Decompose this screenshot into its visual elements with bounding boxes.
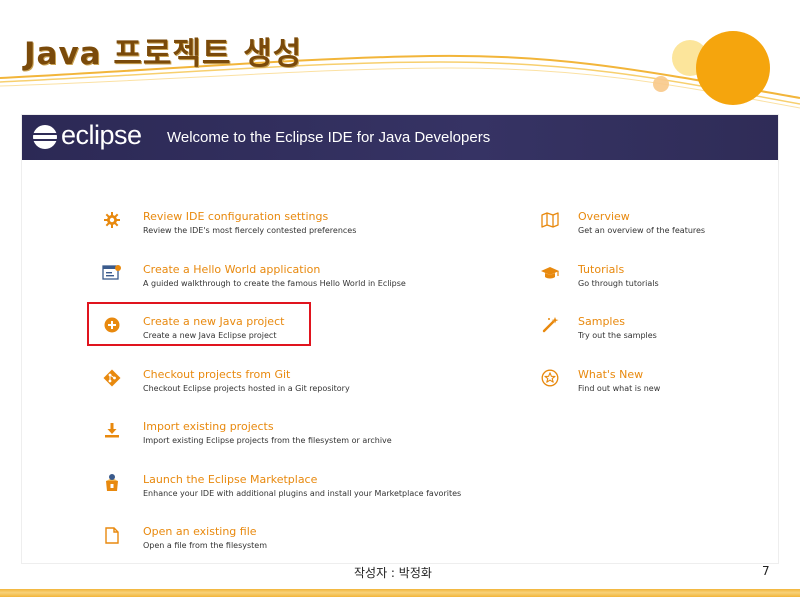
import-icon — [102, 420, 122, 440]
eclipse-welcome-panel: eclipse Welcome to the Eclipse IDE for J… — [22, 115, 778, 563]
hello-world-link[interactable]: Create a Hello World application A guide… — [102, 263, 406, 297]
slide-author: 작성자 : 박정화 — [354, 566, 432, 580]
graduation-cap-icon — [540, 263, 560, 283]
item-title: Open an existing file — [143, 525, 257, 538]
item-desc: Review the IDE's most fiercely contested… — [143, 226, 357, 235]
item-title: Samples — [578, 315, 625, 328]
item-desc: Checkout Eclipse projects hosted in a Gi… — [143, 384, 350, 393]
marketplace-link[interactable]: Launch the Eclipse Marketplace Enhance y… — [102, 473, 462, 507]
eclipse-brand-text: eclipse — [61, 120, 142, 150]
samples-link[interactable]: Samples Try out the samples — [540, 315, 740, 349]
hello-world-icon — [102, 263, 122, 283]
item-desc: Get an overview of the features — [578, 226, 706, 235]
whats-new-link[interactable]: What's New Find out what is new — [540, 368, 740, 402]
item-desc: Enhance your IDE with additional plugins… — [143, 489, 462, 498]
tutorials-link[interactable]: Tutorials Go through tutorials — [540, 263, 740, 297]
highlight-box — [87, 302, 311, 346]
file-icon — [102, 525, 122, 545]
eclipse-logo-icon — [32, 125, 57, 149]
checkout-git-link[interactable]: Checkout projects from Git Checkout Ecli… — [102, 368, 402, 402]
review-settings-link[interactable]: Review IDE configuration settings Review… — [102, 210, 402, 244]
item-title: Checkout projects from Git — [143, 368, 291, 381]
welcome-header: eclipse Welcome to the Eclipse IDE for J… — [22, 115, 778, 160]
import-projects-link[interactable]: Import existing projects Import existing… — [102, 420, 422, 454]
item-title: Overview — [578, 210, 630, 223]
item-title: Create a Hello World application — [143, 263, 321, 276]
item-desc: Open a file from the filesystem — [143, 541, 268, 550]
item-desc: Find out what is new — [578, 384, 661, 393]
open-file-link[interactable]: Open an existing file Open a file from t… — [102, 525, 402, 559]
item-title: What's New — [578, 368, 644, 381]
slide-title: Java 프로젝트 생성 — [24, 36, 303, 72]
magic-wand-icon — [540, 315, 560, 335]
gear-icon — [102, 210, 122, 230]
git-icon — [102, 368, 122, 388]
welcome-title: Welcome to the Eclipse IDE for Java Deve… — [167, 129, 491, 146]
item-title: Launch the Eclipse Marketplace — [143, 473, 318, 486]
item-desc: A guided walkthrough to create the famou… — [143, 279, 406, 288]
item-desc: Try out the samples — [578, 331, 657, 340]
overview-link[interactable]: Overview Get an overview of the features — [540, 210, 740, 244]
item-desc: Import existing Eclipse projects from th… — [143, 436, 392, 445]
item-title: Import existing projects — [143, 420, 274, 433]
footer-decoration-line — [0, 589, 800, 597]
item-desc: Go through tutorials — [578, 279, 659, 288]
star-badge-icon — [540, 368, 560, 388]
item-title: Review IDE configuration settings — [143, 210, 329, 223]
slide-page-number: 7 — [762, 564, 770, 578]
marketplace-icon — [102, 473, 122, 493]
map-icon — [540, 210, 560, 230]
item-title: Tutorials — [578, 263, 625, 276]
